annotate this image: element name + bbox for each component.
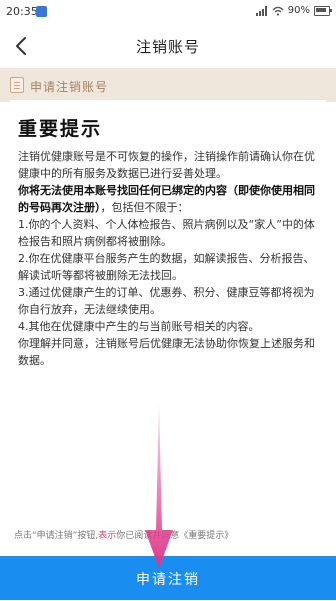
notice-item-2: 2.你在优健康平台服务产生的数据，如解读报告、分析报告、解读试听等都将被删除无法…: [18, 252, 315, 282]
pointer-arrow-icon: [145, 402, 173, 568]
notice-item-3: 3.通过优健康产生的订单、优惠券、积分、健康豆等都将视为你自行放弃，无法继续使用…: [18, 286, 315, 316]
page-title: 注销账号: [135, 38, 200, 56]
notice-warning: 你将无法使用本账号找回任何已绑定的内容（即使你使用相同的号码再次注册），包括但不…: [18, 182, 318, 216]
notice-bold-tail: ，包括但不限于：: [100, 201, 189, 214]
navigation-bar: 注销账号: [0, 24, 336, 68]
notice-body: 注销优健康账号是不可恢复的操作，注销操作前请确认你在优健康中的所有服务及数据已进…: [18, 148, 318, 369]
notice-item-1: 1.你的个人资料、个人体检报告、照片病例以及“家人”中的体检报告和照片病例都将被…: [18, 218, 315, 248]
battery-icon: [314, 5, 332, 16]
agreement-link[interactable]: 表示: [98, 531, 116, 541]
wifi-icon: [272, 6, 284, 16]
status-indicators: 90%: [255, 5, 332, 16]
status-bar: 20:35 90%: [0, 0, 336, 24]
notice-item-4: 4.其他在优健康中产生的与当前账号相关的内容。: [18, 320, 260, 333]
battery-percent: 90%: [287, 5, 310, 16]
notice-closing: 你理解并同意，注销账号后优健康无法协助你恢复上述服务和数据。: [18, 337, 315, 367]
apply-cancel-header: 申请注销账号: [0, 68, 336, 102]
notice-intro: 注销优健康账号是不可恢复的操作，注销操作前请确认你在优健康中的所有服务及数据已进…: [18, 150, 315, 180]
status-time: 20:35: [6, 5, 38, 18]
signal-icon: [255, 5, 268, 16]
apply-cancel-label: 申请注销账号: [30, 80, 109, 94]
notice-title: 重要提示: [18, 118, 103, 140]
app-notification-icon: [36, 6, 47, 17]
agreement-prefix: 点击“申请注销”按钮,: [14, 531, 99, 541]
document-icon: [10, 77, 24, 93]
